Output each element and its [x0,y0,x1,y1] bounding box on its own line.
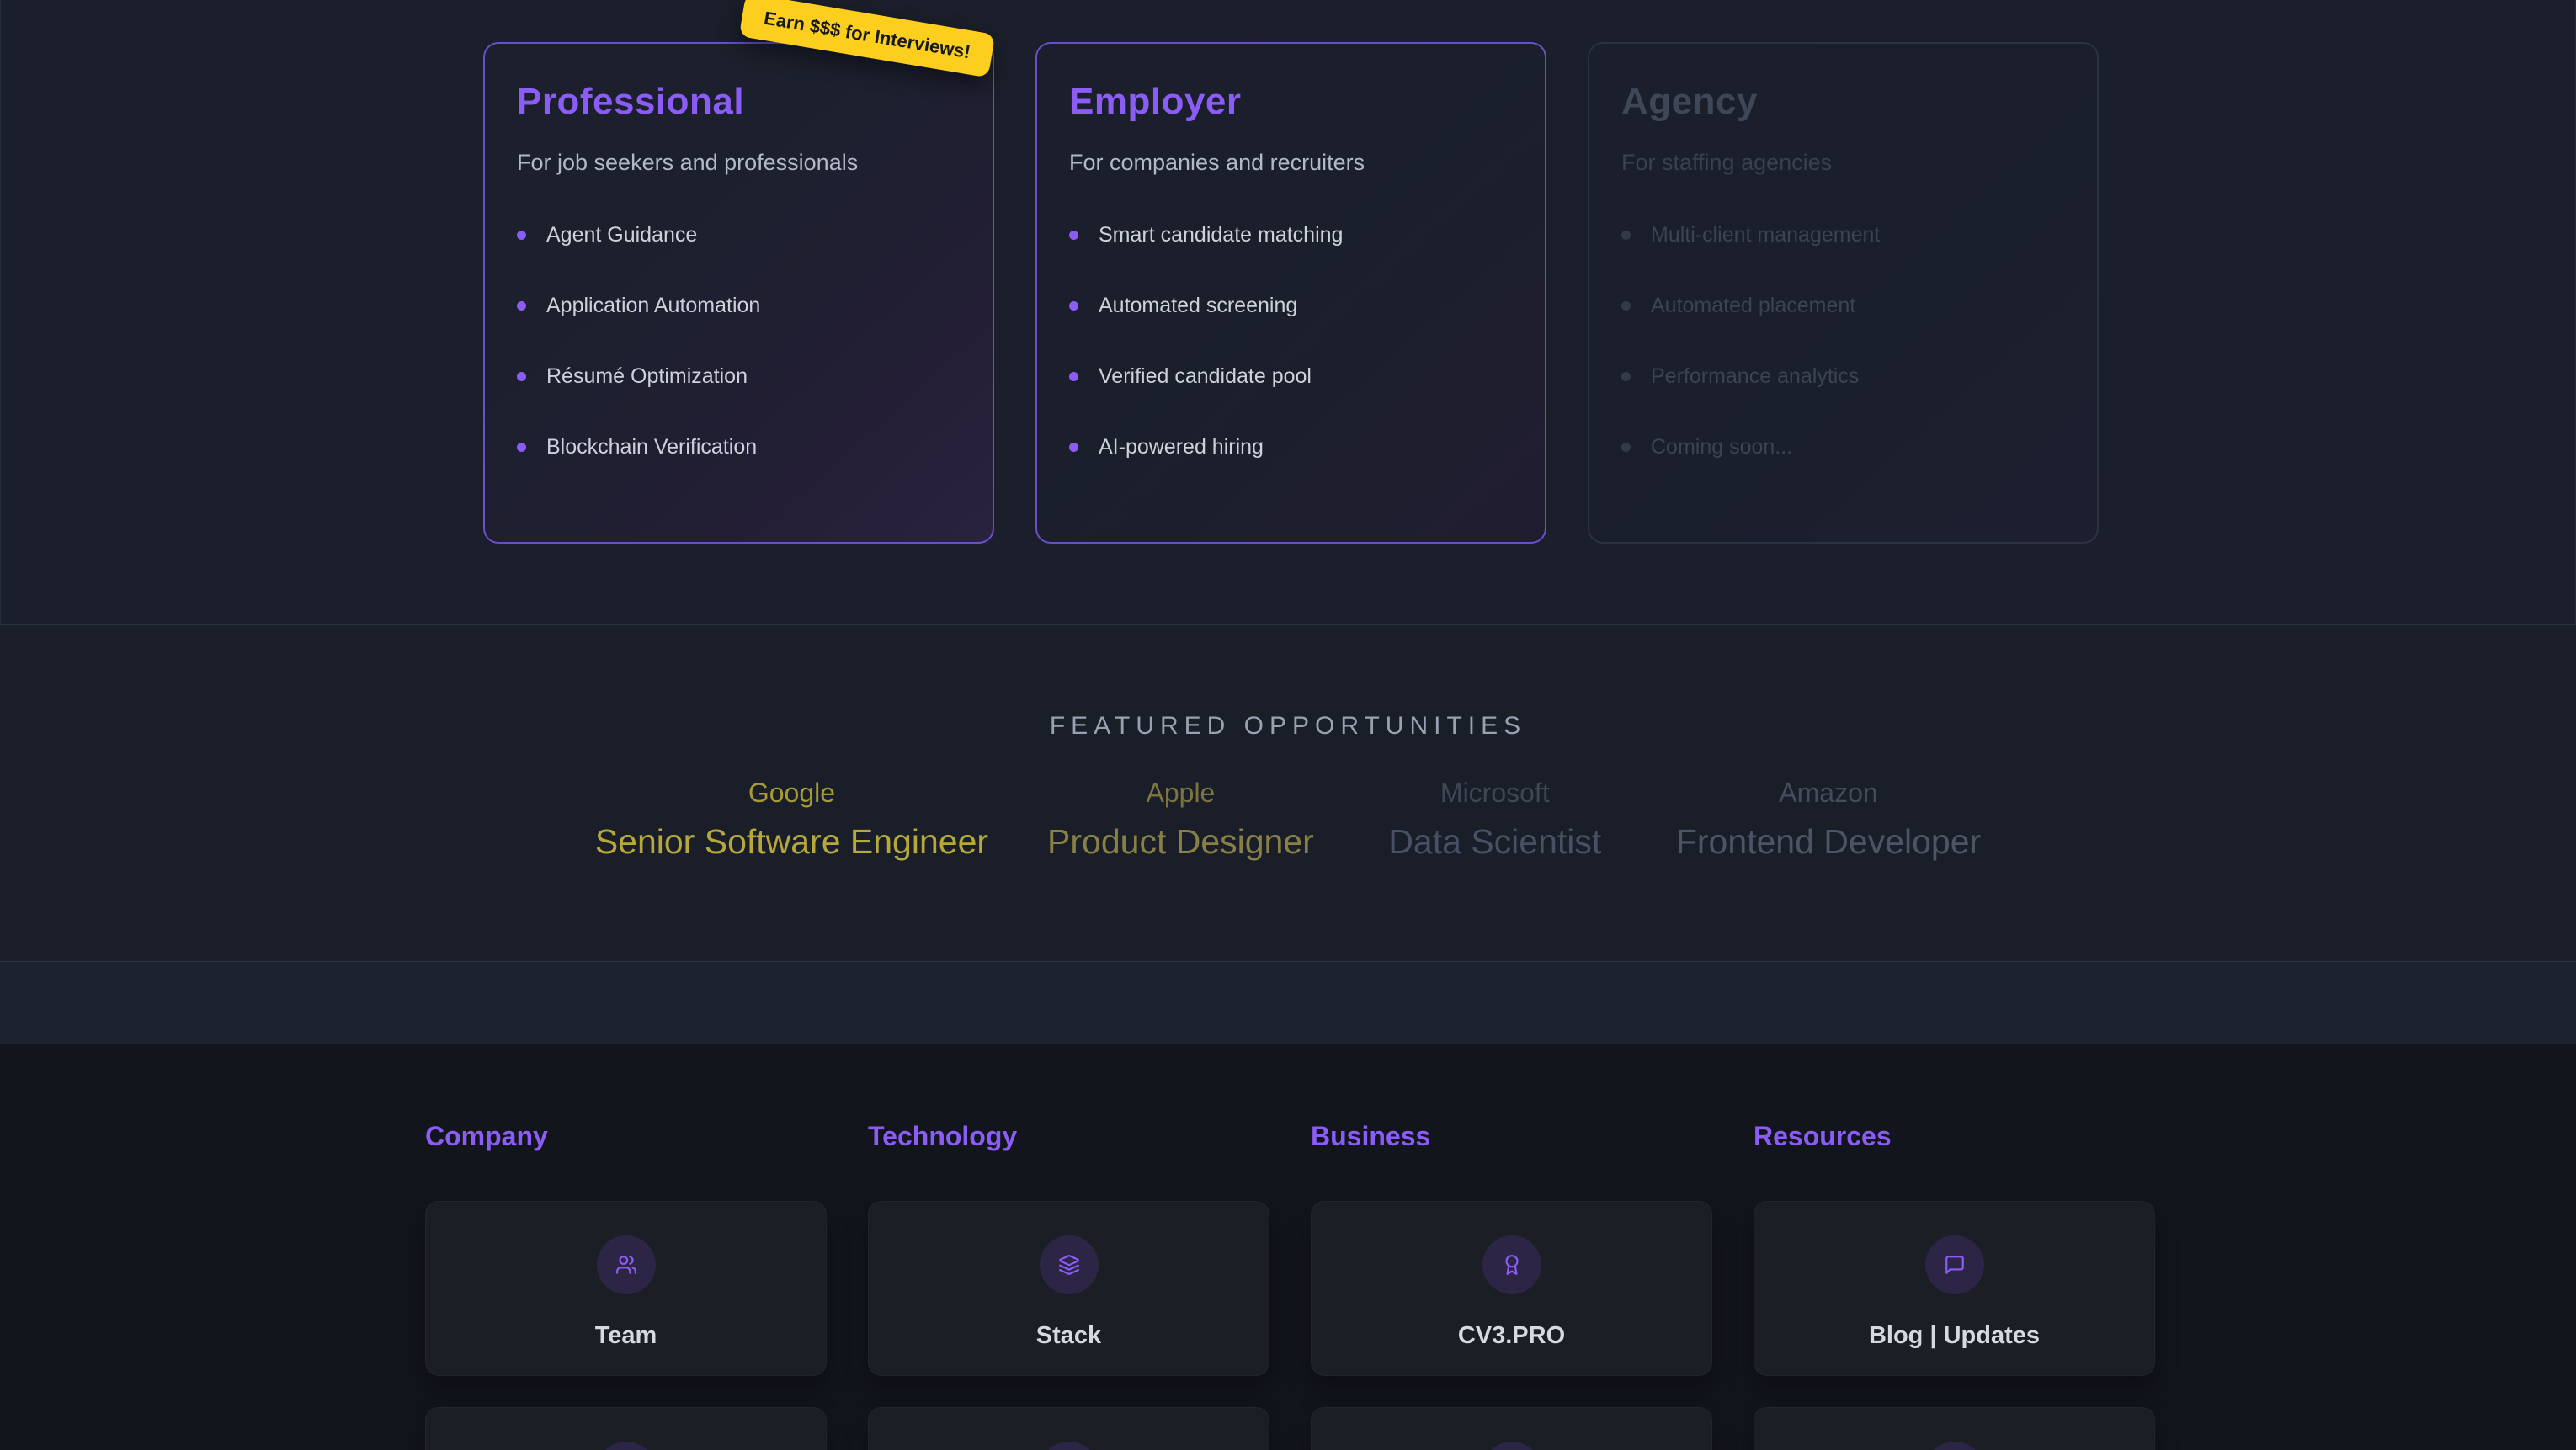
plan-feature-label: Performance analytics [1651,364,1859,389]
bullet-icon [1069,301,1078,311]
footer-column-resources: Resources Blog | Updates [1754,1119,2155,1450]
hidden-icon [1482,1442,1541,1450]
bullet-icon [517,301,526,311]
job-title: Frontend Developer [1676,820,1981,863]
plan-card-employer[interactable]: Employer For companies and recruiters Sm… [1035,42,1546,544]
hidden-icon [1925,1442,1984,1450]
footer-section: Company Team Technology [0,1044,2576,1450]
plan-feature-list: Agent Guidance Application Automation Ré… [517,223,961,459]
plan-card-professional[interactable]: Professional For job seekers and profess… [483,42,994,544]
bullet-icon [517,372,526,381]
footer-card-partial[interactable] [868,1407,1269,1450]
footer-column-technology: Technology Stack [868,1119,1269,1450]
bullet-icon [1621,301,1631,311]
plan-feature-label: Automated placement [1651,294,1855,318]
award-icon [1482,1235,1541,1294]
plan-description: For companies and recruiters [1069,150,1513,176]
job-company: Microsoft [1373,774,1617,811]
bullet-icon [1621,231,1631,240]
plan-feature: Application Automation [517,294,961,318]
plan-feature: Résumé Optimization [517,364,961,389]
footer-column-heading: Technology [868,1119,1269,1153]
message-square-icon [1925,1235,1984,1294]
users-icon [597,1235,656,1294]
plan-feature-label: Application Automation [546,294,760,318]
bullet-icon [1621,443,1631,452]
plan-feature: AI-powered hiring [1069,435,1513,459]
job-item[interactable]: Microsoft Data Scientist [1373,774,1617,863]
plan-feature: Automated placement [1621,294,2065,318]
plan-card-agency-disabled: Agency For staffing agencies Multi-clien… [1588,42,2099,544]
plan-feature-label: Agent Guidance [546,223,697,247]
hidden-icon [597,1442,656,1450]
plan-feature: Verified candidate pool [1069,364,1513,389]
plan-feature: Agent Guidance [517,223,961,247]
bullet-icon [1069,372,1078,381]
plan-feature-label: Smart candidate matching [1099,223,1343,247]
footer-card-label: Team [595,1322,657,1350]
plan-title: Agency [1621,81,2065,123]
bullet-icon [1069,443,1078,452]
footer-card-label: Stack [1036,1322,1101,1350]
footer-card-partial[interactable] [425,1407,827,1450]
footer-card-label: CV3.PRO [1458,1322,1565,1350]
plan-feature: Multi-client management [1621,223,2065,247]
footer-card-team[interactable]: Team [425,1201,827,1376]
footer-card-cv3pro[interactable]: CV3.PRO [1311,1201,1712,1376]
job-title: Senior Software Engineer [595,820,988,863]
featured-opportunities-section: FEATURED OPPORTUNITIES Google Senior Sof… [0,625,2576,961]
bullet-icon [1621,372,1631,381]
job-company: Apple [1047,774,1314,811]
footer-card-stack[interactable]: Stack [868,1201,1269,1376]
plan-title: Employer [1069,81,1513,123]
footer-column-heading: Company [425,1119,827,1153]
footer-column-business: Business CV3.PRO [1311,1119,1712,1450]
plan-feature-list: Smart candidate matching Automated scree… [1069,223,1513,459]
plan-feature: Blockchain Verification [517,435,961,459]
footer-grid: Company Team Technology [425,1119,2155,1450]
plan-feature-label: Multi-client management [1651,223,1880,247]
plan-feature-label: Coming soon... [1651,435,1792,459]
plan-feature-list: Multi-client management Automated placem… [1621,223,2065,459]
plan-feature-label: Automated screening [1099,294,1297,318]
bullet-icon [517,443,526,452]
plan-description: For job seekers and professionals [517,150,961,176]
footer-column-company: Company Team [425,1119,827,1450]
plan-feature: Performance analytics [1621,364,2065,389]
footer-card-partial[interactable] [1754,1407,2155,1450]
plan-description: For staffing agencies [1621,150,2065,176]
plan-feature-label: Résumé Optimization [546,364,748,389]
footer-card-blog[interactable]: Blog | Updates [1754,1201,2155,1376]
footer-card-label: Blog | Updates [1869,1322,2040,1350]
plan-feature: Automated screening [1069,294,1513,318]
job-title: Product Designer [1047,820,1314,863]
plan-feature: Smart candidate matching [1069,223,1513,247]
spacer-strip [0,961,2576,1044]
plan-feature-label: Blockchain Verification [546,435,757,459]
featured-jobs-carousel: Google Senior Software Engineer Apple Pr… [0,774,2576,863]
job-item[interactable]: Apple Product Designer [1047,774,1314,863]
footer-column-heading: Resources [1754,1119,2155,1153]
plans-section: Professional For job seekers and profess… [0,0,2576,625]
plans-row: Professional For job seekers and profess… [483,42,2099,544]
plan-feature: Coming soon... [1621,435,2065,459]
plan-title: Professional [517,81,961,123]
plan-feature-label: Verified candidate pool [1099,364,1312,389]
page: Professional For job seekers and profess… [0,0,2576,1450]
layers-icon [1040,1235,1099,1294]
bullet-icon [1069,231,1078,240]
footer-column-heading: Business [1311,1119,1712,1153]
featured-heading: FEATURED OPPORTUNITIES [0,712,2576,741]
job-company: Google [595,774,988,811]
hidden-icon [1040,1442,1099,1450]
footer-card-partial[interactable] [1311,1407,1712,1450]
job-title: Data Scientist [1373,820,1617,863]
job-company: Amazon [1676,774,1981,811]
bullet-icon [517,231,526,240]
plan-feature-label: AI-powered hiring [1099,435,1264,459]
job-item-active[interactable]: Google Senior Software Engineer [595,774,988,863]
job-item[interactable]: Amazon Frontend Developer [1676,774,1981,863]
